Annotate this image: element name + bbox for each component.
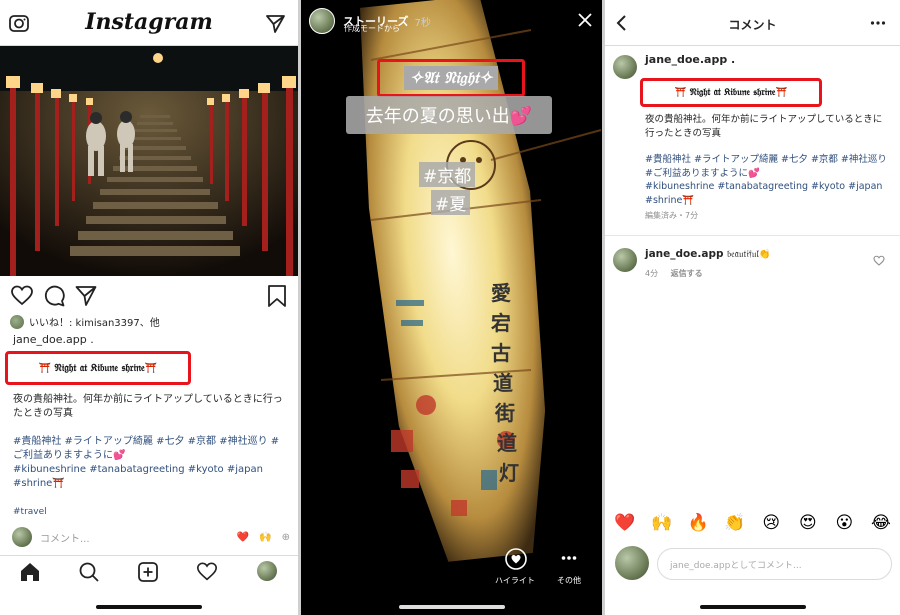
comment-placeholder[interactable]: コメント... (40, 530, 237, 545)
profile-avatar[interactable] (257, 561, 277, 581)
original-post: jane_doe.app . ⛩️ 𝔑𝔦𝔤𝔥𝔱 𝔞𝔱 𝔎𝔦𝔟𝔲𝔫𝔢 𝔰𝔥𝔯𝔦𝔫𝔢… (605, 53, 900, 236)
post-title-highlight: ⛩️ 𝔑𝔦𝔤𝔥𝔱 𝔞𝔱 𝔎𝔦𝔟𝔲𝔫𝔢 𝔰𝔥𝔯𝔦𝔫𝔢⛩️ (5, 351, 191, 385)
caption-hashtags-jp[interactable]: #貴船神社 #ライトアップ綺麗 #七夕 #京都 #神社巡り #ご利益ありますよう… (13, 435, 289, 463)
comment-title-highlight: ⛩️ 𝔑𝔦𝔤𝔥𝔱 𝔞𝔱 𝔎𝔦𝔟𝔲𝔫𝔢 𝔰𝔥𝔯𝔦𝔫𝔢⛩️ (640, 78, 822, 107)
user-avatar (12, 527, 32, 547)
comment-post-title: ⛩️ 𝔑𝔦𝔤𝔥𝔱 𝔞𝔱 𝔎𝔦𝔟𝔲𝔫𝔢 𝔰𝔥𝔯𝔦𝔫𝔢⛩️ (674, 87, 788, 98)
story-night-highlight: ✧𝔄𝔱 𝔑𝔦𝔤𝔥𝔱✧ (377, 59, 525, 97)
caption-text: 夜の貴船神社。何年か前にライトアップしているときに行ったときの写真 (645, 114, 883, 139)
screenshot-collage: Instagram いいね！: kimisan3397、他 jane_doe.a… (0, 0, 900, 615)
poster-username[interactable]: jane_doe.app . (645, 53, 735, 66)
user-avatar (615, 546, 649, 580)
poster-avatar[interactable] (613, 55, 637, 79)
caption-text: 夜の貴船神社。何年か前にライトアップしているときに行ったときの写真 (13, 394, 283, 419)
comment-like-icon[interactable] (873, 255, 885, 267)
post-title: ⛩️ 𝔑𝔦𝔤𝔥𝔱 𝔞𝔱 𝔎𝔦𝔟𝔲𝔫𝔢 𝔰𝔥𝔯𝔦𝔫𝔢⛩️ (38, 362, 158, 374)
heart-icon[interactable] (10, 284, 34, 308)
comment-icon[interactable] (42, 284, 66, 308)
likes-row[interactable]: いいね！: kimisan3397、他 (10, 314, 160, 329)
reply-button[interactable]: 返信する (671, 269, 703, 278)
comment-input[interactable]: jane_doe.appとしてコメント... (657, 548, 892, 580)
svg-text:宕: 宕 (491, 311, 511, 335)
quick-reaction-hands[interactable]: 🙌 (259, 532, 271, 543)
liker-avatar (10, 314, 24, 329)
comment-item: jane_doe.app 𝔟𝔢𝔞𝔲𝔱𝔦𝔣𝔲𝔩👏 4分 返信する (605, 246, 900, 286)
feed-top-bar: Instagram (0, 0, 298, 46)
home-indicator (96, 605, 202, 609)
other-label[interactable]: その他 (557, 575, 581, 586)
comment-text: 𝔟𝔢𝔞𝔲𝔱𝔦𝔣𝔲𝔩👏 (726, 249, 771, 260)
home-indicator (699, 605, 806, 609)
home-icon[interactable] (19, 561, 41, 583)
svg-text:道: 道 (493, 371, 513, 395)
shrine-stairs-illustration (0, 46, 298, 276)
story-tag-summer[interactable]: #夏 (431, 190, 471, 215)
story-night-text: ✧𝔄𝔱 𝔑𝔦𝔤𝔥𝔱✧ (403, 66, 499, 90)
comment-post-caption: 夜の貴船神社。何年か前にライトアップしているときに行ったときの写真 #貴船神社 … (645, 113, 890, 223)
comment-body: jane_doe.app 𝔟𝔢𝔞𝔲𝔱𝔦𝔣𝔲𝔩👏 (645, 248, 771, 260)
activity-heart-icon[interactable] (196, 561, 218, 583)
emoji-clap[interactable]: 👏 (723, 513, 747, 533)
emoji-heart-eyes[interactable]: 😍 (796, 513, 820, 533)
search-icon[interactable] (78, 561, 100, 583)
story-actions: ハイライト その他 (491, 545, 596, 589)
svg-text:古: 古 (491, 341, 511, 365)
story-tag-kyoto[interactable]: #京都 (419, 162, 476, 187)
comment-input-bar: jane_doe.appとしてコメント... (613, 546, 893, 582)
comments-header: コメント (605, 0, 900, 46)
story-panel: 愛 宕 古 道 街 道 灯 ストーリーズ 7秒 作成モードから ✧𝔄𝔱 𝔑𝔦𝔤𝔥… (301, 0, 602, 615)
more-options-icon[interactable] (870, 20, 886, 26)
highlight-icon[interactable] (504, 547, 528, 571)
post-username[interactable]: jane_doe.app . (13, 333, 94, 346)
likes-text: いいね！: kimisan3397、他 (29, 318, 160, 329)
story-subtitle: 作成モードから (344, 24, 400, 33)
post-caption: 夜の貴船神社。何年か前にライトアップしているときに行ったときの写真 #貴船神社 … (13, 393, 289, 519)
edited-meta: 編集済み・7分 (645, 211, 699, 220)
highlight-label[interactable]: ハイライト (495, 575, 535, 586)
emoji-crying[interactable]: 😢 (759, 513, 783, 533)
comment-time: 4分 (645, 269, 659, 278)
emoji-raised-hands[interactable]: 🙌 (650, 513, 674, 533)
instagram-logo: Instagram (85, 9, 213, 35)
close-icon[interactable] (577, 12, 593, 28)
caption-hashtag-travel[interactable]: #travel (13, 505, 289, 519)
emoji-heart[interactable]: ❤️ (613, 513, 637, 533)
direct-message-icon[interactable] (264, 12, 286, 34)
post-photo[interactable] (0, 46, 298, 276)
add-reaction-icon[interactable]: ⊕ (282, 532, 290, 543)
feed-panel: Instagram いいね！: kimisan3397、他 jane_doe.a… (0, 0, 298, 615)
commenter-avatar[interactable] (613, 248, 637, 272)
bookmark-icon[interactable] (266, 284, 288, 308)
comment-username[interactable]: jane_doe.app (645, 248, 724, 260)
story-avatar[interactable] (309, 8, 335, 34)
comments-title: コメント (728, 18, 777, 32)
more-options-icon[interactable] (561, 553, 577, 563)
add-comment-row[interactable]: コメント... ❤️ 🙌 ⊕ (12, 527, 290, 547)
caption-hashtags-en[interactable]: #kibuneshrine #tanabatagreeting #kyoto #… (645, 180, 890, 207)
share-icon[interactable] (74, 284, 98, 308)
emoji-laughing[interactable]: 😂 (869, 513, 893, 533)
post-actions (0, 284, 298, 308)
emoji-fire[interactable]: 🔥 (686, 513, 710, 533)
caption-hashtags-jp[interactable]: #貴船神社 #ライトアップ綺麗 #七夕 #京都 #神社巡り #ご利益ありますよう… (645, 153, 890, 180)
svg-text:道: 道 (497, 431, 517, 455)
emoji-surprised[interactable]: 😮 (832, 513, 856, 533)
new-post-icon[interactable] (137, 561, 159, 583)
svg-text:街: 街 (494, 401, 515, 425)
story-time: 7秒 (414, 17, 431, 29)
comment-meta: 4分 返信する (645, 268, 703, 279)
story-memory-text: 去年の夏の思い出💕 (346, 96, 552, 134)
bottom-nav (0, 555, 298, 615)
emoji-quick-bar: ❤️ 🙌 🔥 👏 😢 😍 😮 😂 (613, 510, 893, 536)
svg-text:愛: 愛 (491, 281, 511, 305)
home-indicator (398, 605, 505, 609)
svg-text:灯: 灯 (499, 461, 519, 485)
quick-reaction-heart[interactable]: ❤️ (237, 532, 249, 543)
caption-hashtags-en[interactable]: #kibuneshrine #tanabatagreeting #kyoto #… (13, 463, 289, 491)
comments-panel: コメント jane_doe.app . ⛩️ 𝔑𝔦𝔤𝔥𝔱 𝔞𝔱 𝔎𝔦𝔟𝔲𝔫𝔢 𝔰… (605, 0, 900, 615)
